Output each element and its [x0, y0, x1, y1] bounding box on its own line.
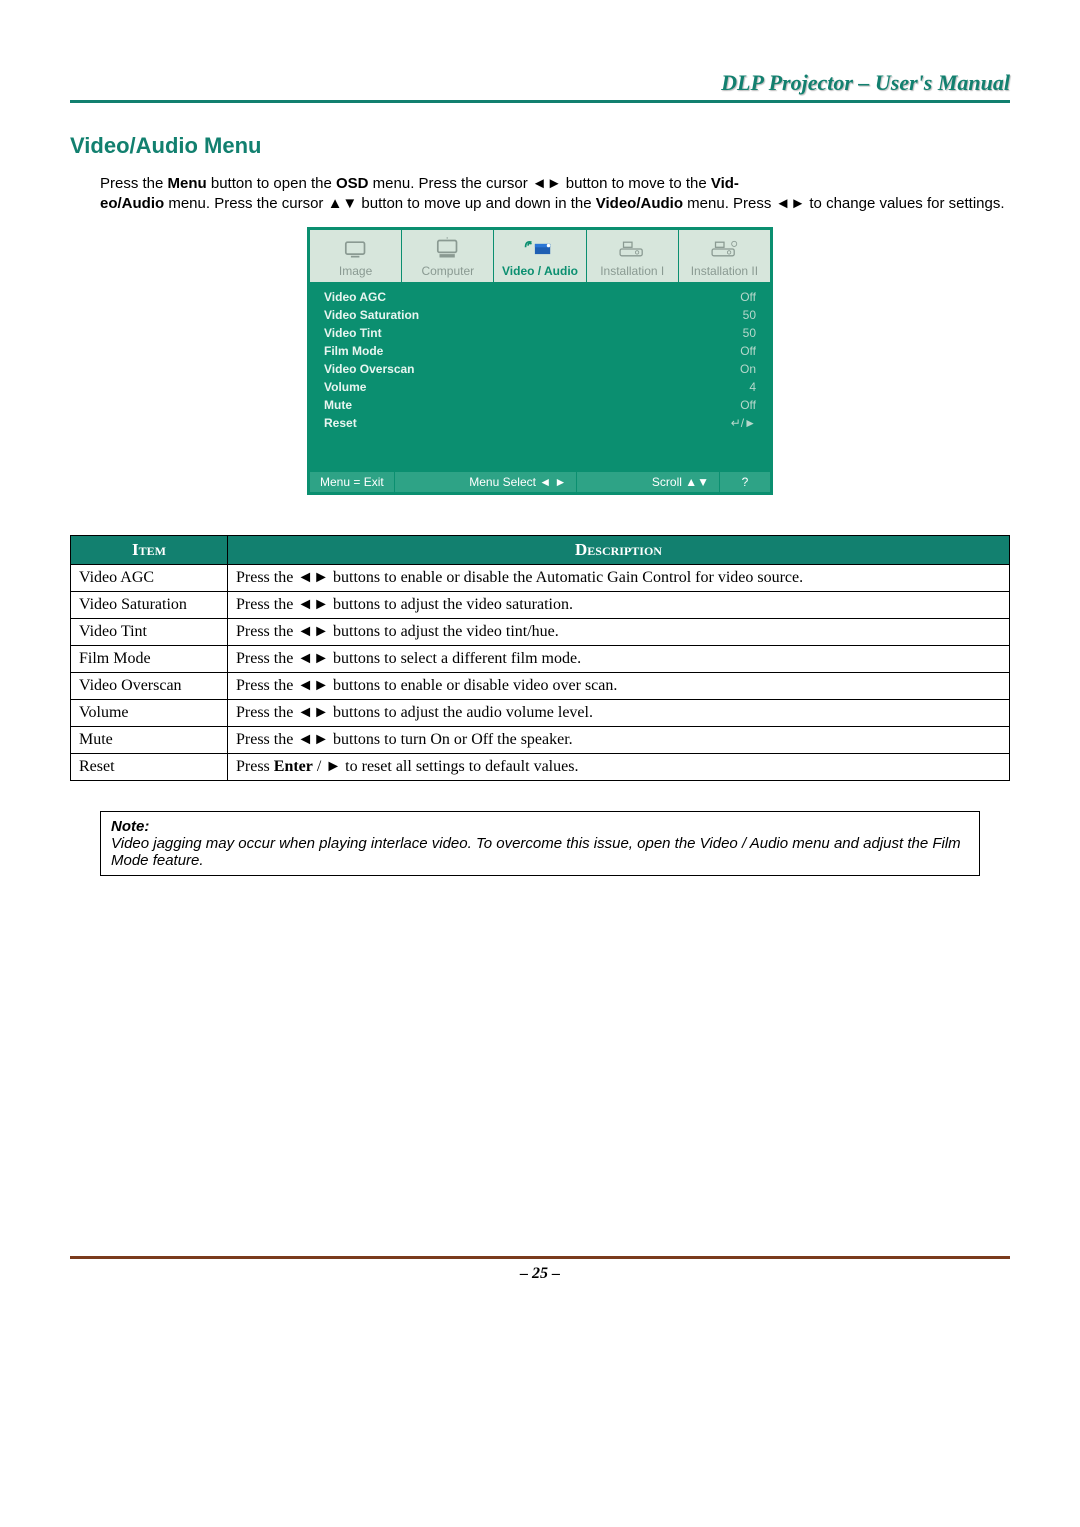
osd-footer: Menu = Exit Menu Select ◄ ► Scroll ▲▼ ?: [310, 472, 770, 492]
table-row: Film ModePress the ◄► buttons to select …: [71, 645, 1010, 672]
page-number: – 25 –: [520, 1265, 560, 1282]
osd-footer-exit[interactable]: Menu = Exit: [310, 472, 395, 492]
monitor-icon: [310, 236, 401, 262]
intro-paragraph: Press the Menu button to open the OSD me…: [100, 174, 1010, 215]
osd-tab-computer[interactable]: Computer: [402, 230, 494, 282]
note-box: Note: Video jagging may occur when playi…: [100, 811, 980, 876]
table-row: Video SaturationPress the ◄► buttons to …: [71, 591, 1010, 618]
osd-row[interactable]: Video OverscanOn: [322, 360, 758, 378]
th-item: Item: [71, 535, 228, 564]
page-footer: – 25 –: [70, 1256, 1010, 1283]
table-row: Video TintPress the ◄► buttons to adjust…: [71, 618, 1010, 645]
speaker-camera-icon: [494, 236, 585, 262]
table-row: MutePress the ◄► buttons to turn On or O…: [71, 726, 1010, 753]
th-description: Description: [228, 535, 1010, 564]
osd-tab-video-audio[interactable]: Video / Audio: [494, 230, 586, 282]
osd-row[interactable]: MuteOff: [322, 396, 758, 414]
osd-footer-scroll[interactable]: Scroll ▲▼: [642, 472, 720, 492]
osd-body: Video AGCOff Video Saturation50 Video Ti…: [310, 282, 770, 472]
manual-page: DLP Projector – User's Manual Video/Audi…: [40, 50, 1040, 1343]
osd-row[interactable]: Video Tint50: [322, 324, 758, 342]
osd-screenshot: Image Computer Video / Audio Installatio…: [307, 227, 773, 495]
table-row: Video AGCPress the ◄► buttons to enable …: [71, 564, 1010, 591]
osd-tab-install2[interactable]: Installation II: [679, 230, 770, 282]
osd-tab-install1[interactable]: Installation I: [587, 230, 679, 282]
osd-row[interactable]: Film ModeOff: [322, 342, 758, 360]
osd-row[interactable]: Video Saturation50: [322, 306, 758, 324]
description-table: Item Description Video AGCPress the ◄► b…: [70, 535, 1010, 781]
table-row-reset: Reset Press Enter / ► to reset all setti…: [71, 753, 1010, 780]
osd-footer-select[interactable]: Menu Select ◄ ►: [459, 472, 577, 492]
osd-row[interactable]: Reset↵/►: [322, 414, 758, 432]
projector-gear-icon: [679, 236, 770, 262]
note-body: Video jagging may occur when playing int…: [111, 835, 969, 869]
header-title: DLP Projector – User's Manual: [721, 70, 1010, 95]
computer-icon: [402, 236, 493, 262]
page-header: DLP Projector – User's Manual: [70, 70, 1010, 103]
table-row: Video OverscanPress the ◄► buttons to en…: [71, 672, 1010, 699]
osd-tab-bar: Image Computer Video / Audio Installatio…: [310, 230, 770, 282]
section-title: Video/Audio Menu: [70, 133, 1010, 159]
projector-icon: [587, 236, 678, 262]
osd-row[interactable]: Volume4: [322, 378, 758, 396]
osd-tab-image[interactable]: Image: [310, 230, 402, 282]
osd-row[interactable]: Video AGCOff: [322, 288, 758, 306]
note-title: Note:: [111, 818, 969, 835]
table-row: VolumePress the ◄► buttons to adjust the…: [71, 699, 1010, 726]
osd-footer-help[interactable]: ?: [720, 472, 770, 492]
